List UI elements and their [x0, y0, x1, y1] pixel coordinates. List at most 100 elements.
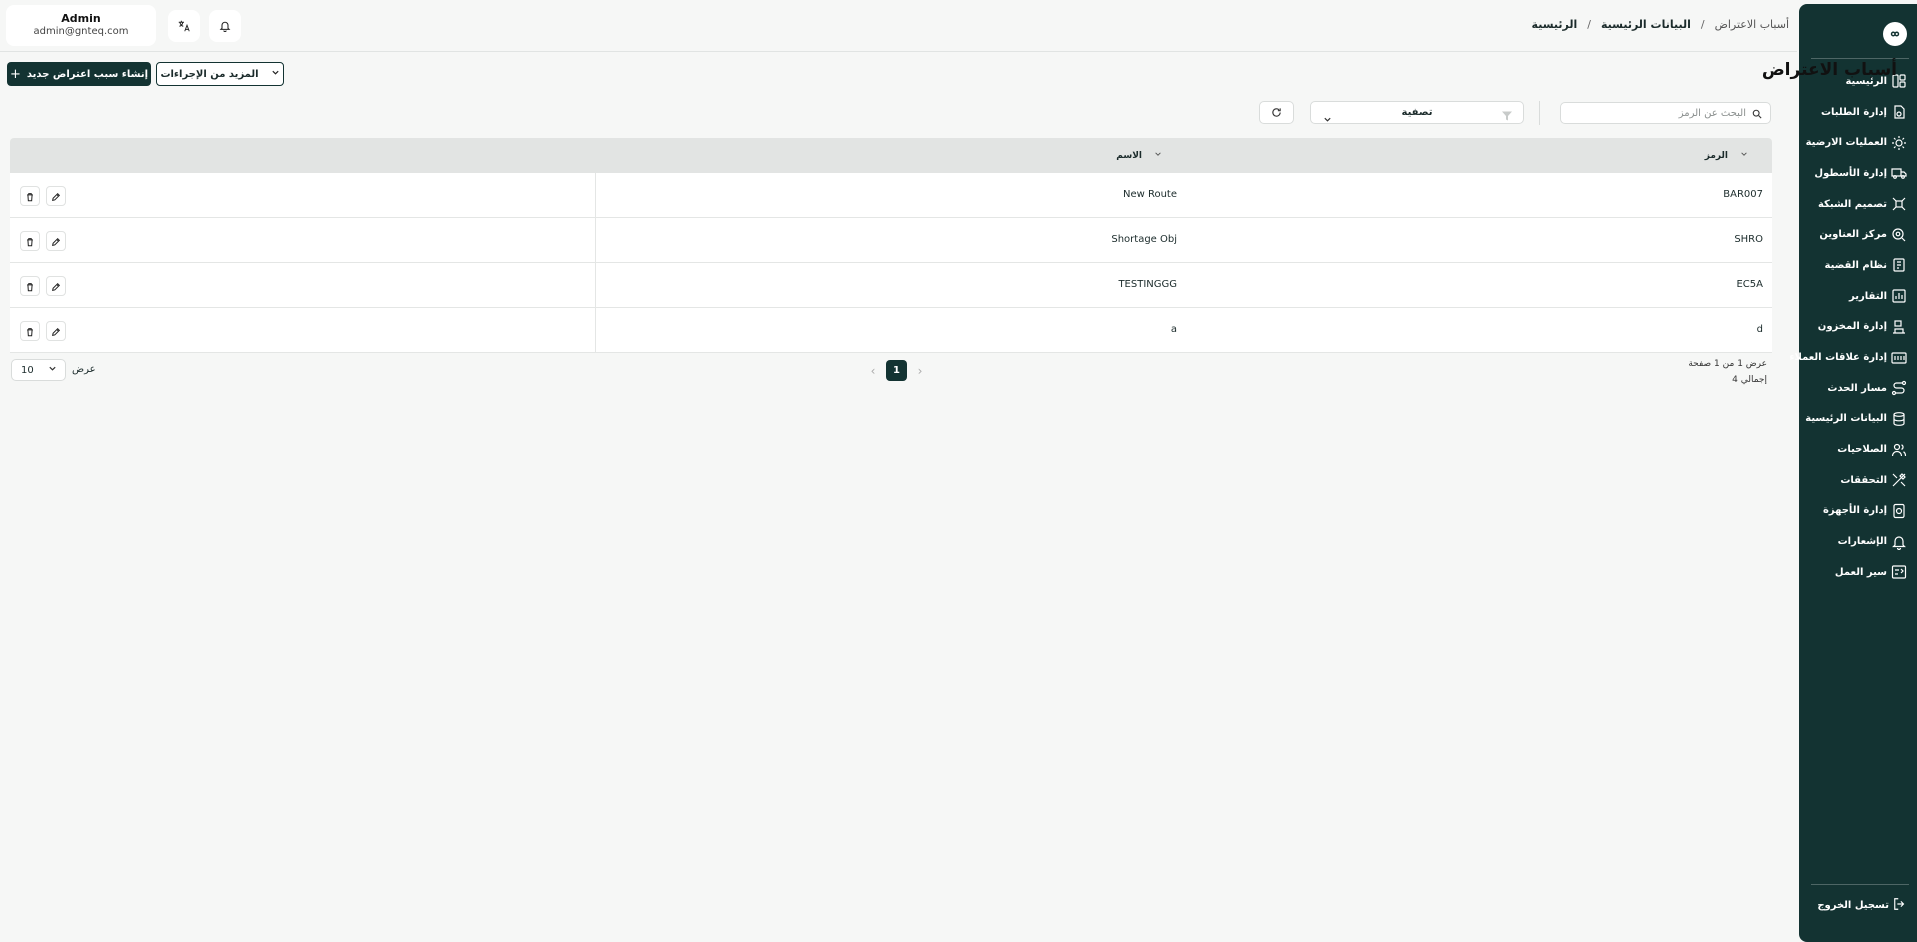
column-header-name[interactable]: الاسم	[1116, 150, 1162, 161]
chevron-down-icon	[48, 364, 57, 376]
edit-button[interactable]	[46, 321, 66, 341]
sidebar-item-label: العمليات الارضية	[1805, 137, 1888, 149]
column-header-code[interactable]: الرمز	[1705, 150, 1748, 161]
case-icon	[1891, 257, 1907, 273]
sidebar-item-crm[interactable]: إدارة علاقات العملاء	[1789, 342, 1917, 373]
edit-button[interactable]	[46, 186, 66, 206]
sidebar-item-label: التحققات	[1840, 474, 1887, 486]
table-row: EC5A TESTINGGG	[10, 263, 1772, 308]
breadcrumb-current: أسباب الاعتراض	[1714, 18, 1789, 31]
page-title: أسباب الاعتراض	[1761, 60, 1897, 80]
ground-ops-icon	[1891, 135, 1907, 151]
table-row: SHRO Shortage Obj	[10, 218, 1772, 263]
orders-icon	[1891, 104, 1907, 120]
language-button[interactable]	[168, 10, 200, 42]
sidebar-item-reports[interactable]: التقارير	[1799, 281, 1917, 312]
sidebar-divider	[1811, 58, 1909, 59]
sidebar-item-label: التقارير	[1849, 290, 1887, 302]
cell-name: TESTINGGG	[1118, 279, 1177, 290]
page-size-value: 10	[21, 364, 34, 376]
delete-button[interactable]	[20, 321, 40, 341]
sidebar-item-label: إدارة المخزون	[1817, 321, 1887, 333]
bell-icon	[219, 17, 231, 36]
create-reason-button[interactable]: + إنشاء سبب اعتراض جديد	[7, 62, 151, 86]
sidebar-divider	[1811, 884, 1909, 885]
column-label: الرمز	[1704, 150, 1728, 161]
cell-code: EC5A	[1736, 279, 1763, 290]
sidebar-item-workflow[interactable]: سير العمل	[1799, 557, 1917, 588]
sidebar-item-notifications[interactable]: الإشعارات	[1799, 526, 1917, 557]
pencil-icon	[51, 322, 61, 341]
device-icon	[1891, 503, 1907, 519]
edit-button[interactable]	[46, 231, 66, 251]
sidebar-item-orders[interactable]: إدارة الطلبات	[1799, 97, 1917, 128]
page-size-select[interactable]: 10	[11, 359, 66, 381]
more-actions-button[interactable]: المزيد من الإجراءات	[156, 62, 284, 86]
delete-button[interactable]	[20, 231, 40, 251]
delete-button[interactable]	[20, 186, 40, 206]
filter-label: تصفية	[1401, 107, 1433, 118]
page-size-label: عرض	[72, 364, 96, 375]
sidebar-item-inventory[interactable]: إدارة المخزون	[1799, 312, 1917, 343]
workflow-icon	[1891, 564, 1907, 580]
app-logo-icon[interactable]	[1883, 22, 1907, 46]
search-input[interactable]	[1576, 107, 1746, 119]
sidebar-item-fleet[interactable]: إدارة الأسطول	[1799, 158, 1917, 189]
edit-button[interactable]	[46, 276, 66, 296]
users-icon	[1891, 442, 1907, 458]
notifications-button[interactable]	[209, 10, 241, 42]
filter-select[interactable]: تصفية	[1310, 101, 1524, 124]
table-header: الرمز الاسم	[10, 138, 1772, 173]
chevron-down-icon	[1323, 109, 1332, 122]
inventory-icon	[1891, 319, 1907, 335]
sidebar-item-label: تصميم الشبكة	[1817, 198, 1887, 210]
page-number-button[interactable]: 1	[886, 360, 907, 381]
top-bar: Admin admin@gnteq.com الرئيسية / البيانا…	[0, 0, 1797, 52]
sidebar-item-network[interactable]: تصميم الشبكة	[1799, 189, 1917, 220]
user-menu[interactable]: Admin admin@gnteq.com	[6, 5, 156, 46]
trash-icon	[25, 322, 35, 341]
sidebar-item-label: سير العمل	[1834, 566, 1887, 578]
table-row: BAR007 New Route	[10, 173, 1772, 218]
column-divider	[595, 218, 596, 262]
logout-button[interactable]: تسجيل الخروج	[1799, 890, 1917, 920]
breadcrumb-separator: /	[1587, 18, 1591, 31]
delete-button[interactable]	[20, 276, 40, 296]
sidebar-item-addresses[interactable]: مركز العناوين	[1799, 219, 1917, 250]
sidebar-item-label: إدارة الطلبات	[1820, 106, 1887, 118]
refresh-icon	[1271, 103, 1282, 122]
pencil-icon	[51, 187, 61, 206]
bell-icon	[1891, 534, 1907, 550]
breadcrumb-master-data[interactable]: البيانات الرئيسية	[1601, 18, 1691, 31]
pager: ‹ 1 ›	[868, 360, 925, 381]
cell-code: SHRO	[1734, 234, 1763, 245]
sort-chevron-icon	[1740, 150, 1748, 161]
trash-icon	[25, 277, 35, 296]
sidebar-item-devices[interactable]: إدارة الأجهزة	[1799, 496, 1917, 527]
translate-icon	[178, 17, 190, 36]
sidebar-item-event-route[interactable]: مسار الحدث	[1799, 373, 1917, 404]
search-box	[1560, 102, 1771, 124]
breadcrumb-home[interactable]: الرئيسية	[1532, 18, 1578, 31]
sidebar-item-permissions[interactable]: الصلاحيات	[1799, 434, 1917, 465]
column-divider	[595, 308, 596, 352]
sidebar-item-label: مركز العناوين	[1819, 229, 1887, 241]
database-icon	[1891, 411, 1907, 427]
pagination-info: عرض 1 من 1 صفحة إجمالي 4	[1688, 356, 1767, 388]
table-row: d a	[10, 308, 1772, 353]
data-table: الرمز الاسم BAR007 New Route SHRO Shorta…	[10, 138, 1772, 353]
location-icon	[1891, 227, 1907, 243]
sidebar-item-label: الصلاحيات	[1837, 444, 1887, 456]
user-email: admin@gnteq.com	[33, 26, 129, 37]
sidebar-item-master-data[interactable]: البيانات الرئيسية	[1799, 404, 1917, 435]
cell-name: Shortage Obj	[1111, 234, 1177, 245]
prev-page-icon[interactable]: ‹	[868, 364, 878, 378]
sidebar-item-ground-ops[interactable]: العمليات الارضية	[1799, 127, 1917, 158]
column-divider	[595, 173, 596, 217]
next-page-icon[interactable]: ›	[915, 364, 925, 378]
sidebar-item-label: الإشعارات	[1837, 536, 1888, 548]
sidebar-item-cases[interactable]: نظام القضية	[1799, 250, 1917, 281]
chevron-down-icon	[271, 68, 280, 80]
sidebar-item-validations[interactable]: التحققات	[1799, 465, 1917, 496]
refresh-button[interactable]	[1259, 101, 1294, 124]
